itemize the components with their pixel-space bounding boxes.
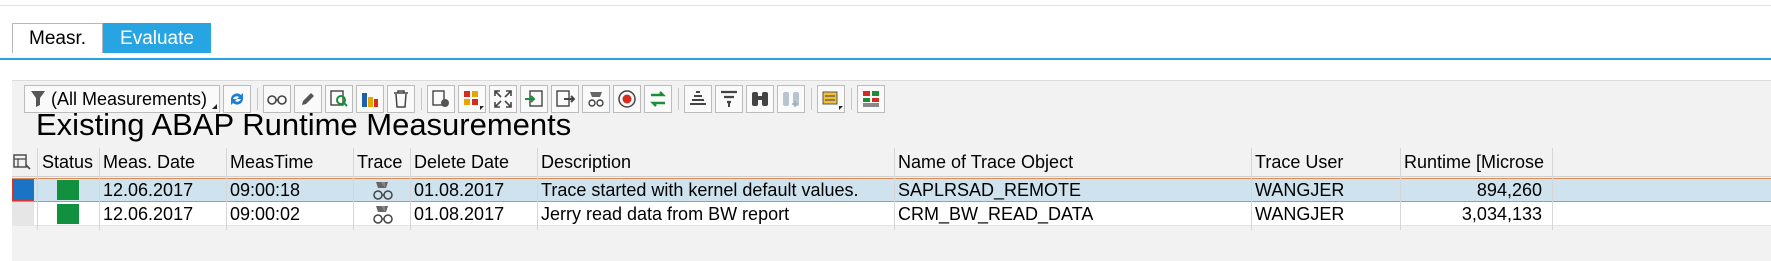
column-divider: [99, 148, 100, 230]
cell-trace-object: SAPLRSAD_REMOTE: [898, 180, 1082, 200]
chart-icon: [362, 93, 378, 107]
glasses-icon: [267, 95, 287, 105]
find-icon: [330, 90, 348, 107]
row-selector[interactable]: [12, 179, 34, 201]
col-header-trace-user[interactable]: Trace User: [1255, 148, 1395, 176]
column-divider: [1552, 148, 1553, 230]
cell-meas-date: 12.06.2017: [103, 204, 194, 224]
cell-description: Jerry read data from BW report: [541, 204, 790, 224]
delete-icon: [394, 90, 408, 108]
record-icon: [618, 90, 636, 108]
page-title: Existing ABAP Runtime Measurements: [36, 107, 572, 142]
sort-asc-icon: [690, 91, 706, 105]
cell-meas-time: 09:00:18: [230, 180, 301, 200]
fullscreen-icon: [494, 90, 512, 108]
export-icon: [556, 90, 575, 107]
import-icon: [525, 90, 543, 107]
search-next-button[interactable]: [777, 85, 805, 113]
tab-underline: [0, 58, 1771, 60]
status-indicator: [57, 204, 79, 224]
column-divider: [1251, 148, 1252, 230]
row-selector[interactable]: [12, 202, 34, 226]
variant-button[interactable]: [817, 85, 845, 113]
tab-measr[interactable]: Measr.: [12, 23, 104, 53]
toolbar-separator: [678, 88, 679, 110]
search-button[interactable]: [746, 85, 774, 113]
layout-icon: [464, 91, 478, 105]
col-header-runtime[interactable]: Runtime [Microse: [1404, 148, 1550, 176]
tab-evaluate[interactable]: Evaluate: [103, 23, 211, 53]
record-button[interactable]: [613, 85, 641, 113]
binoculars-next-icon: [783, 92, 799, 107]
color-grid-icon: [863, 91, 879, 107]
column-divider: [894, 148, 895, 230]
cell-meas-time: 09:00:02: [230, 204, 301, 224]
filter-icon: [721, 90, 737, 107]
cell-runtime: 894,260: [1476, 180, 1542, 200]
trace-icon: [588, 92, 604, 107]
col-header-description[interactable]: Description: [541, 148, 891, 176]
sort-button[interactable]: [684, 85, 712, 113]
column-divider: [1400, 148, 1401, 230]
binoculars-icon: [752, 92, 768, 106]
col-header-delete-date[interactable]: Delete Date: [414, 148, 534, 176]
settings-icon: [432, 90, 449, 107]
col-header-meas-date[interactable]: Meas. Date: [103, 148, 223, 176]
trace-icon[interactable]: [372, 205, 394, 230]
compare-button[interactable]: [644, 85, 672, 113]
variant-icon: [822, 91, 838, 105]
color-grid-button[interactable]: [857, 85, 885, 113]
funnel-icon: [25, 90, 51, 108]
compare-icon: [650, 91, 666, 107]
col-header-meas-time[interactable]: MeasTime: [230, 148, 350, 176]
tab-strip: Measr. Evaluate: [12, 23, 211, 55]
pencil-icon: [302, 93, 314, 105]
column-divider: [226, 148, 227, 230]
cell-delete-date: 01.08.2017: [414, 204, 505, 224]
refresh-icon: [231, 93, 243, 105]
toolbar-separator: [811, 88, 812, 110]
top-divider: [0, 5, 1771, 6]
cell-trace-object: CRM_BW_READ_DATA: [898, 204, 1094, 224]
column-divider: [37, 148, 38, 230]
status-indicator: [57, 180, 79, 200]
cell-trace-user: WANGJER: [1255, 180, 1345, 200]
filter-button[interactable]: [715, 85, 743, 113]
trace-button[interactable]: [582, 85, 610, 113]
column-divider: [410, 148, 411, 230]
cell-trace-user: WANGJER: [1255, 204, 1345, 224]
column-divider: [537, 148, 538, 230]
cell-meas-date: 12.06.2017: [103, 180, 194, 200]
table-settings-icon[interactable]: [13, 153, 31, 176]
cell-description: Trace started with kernel default values…: [541, 180, 859, 200]
col-header-trace-object[interactable]: Name of Trace Object: [898, 148, 1248, 176]
column-divider: [353, 148, 354, 230]
col-header-trace[interactable]: Trace: [357, 148, 403, 176]
cell-runtime: 3,034,133: [1461, 204, 1542, 224]
cell-delete-date: 01.08.2017: [414, 180, 505, 200]
col-header-status[interactable]: Status: [42, 148, 98, 176]
toolbar-separator: [851, 88, 852, 110]
